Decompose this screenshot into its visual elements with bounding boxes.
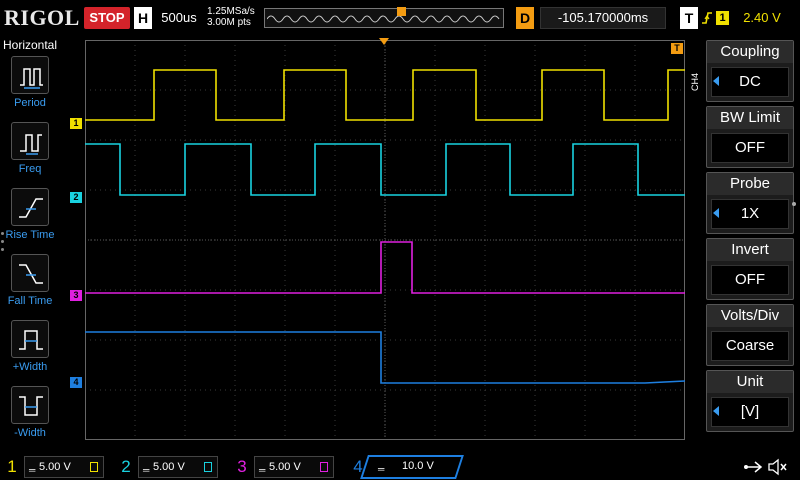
ch2-label[interactable]: 2: [118, 456, 134, 478]
measure-positive-width[interactable]: +Width: [0, 320, 62, 380]
ch1-label[interactable]: 1: [4, 456, 20, 478]
ch1-offset-marker[interactable]: 1: [70, 118, 82, 129]
measure-rise-time-label: Rise Time: [5, 229, 55, 241]
negative-width-icon: [11, 386, 49, 424]
ch4-scale: 10.0 V: [402, 460, 434, 472]
measure-freq-label: Freq: [18, 163, 42, 175]
measure-fall-time[interactable]: Fall Time: [0, 254, 62, 314]
measure-period[interactable]: Period: [0, 56, 62, 116]
menu-coupling-title: Coupling: [707, 41, 793, 63]
menu-unit[interactable]: Unit [V]: [706, 370, 794, 432]
menu-volts-div-value: Coarse: [711, 331, 789, 361]
horizontal-measure-panel: Horizontal Period Freq Rise Time Fall Ti…: [0, 36, 60, 450]
period-icon: [11, 56, 49, 94]
ch3-trace: [85, 241, 685, 294]
panel-title: Horizontal: [2, 38, 58, 52]
top-status-bar: RIGOL STOP H 500us 1.25MSa/s 3.00M pts D…: [0, 0, 800, 36]
menu-probe[interactable]: Probe 1X: [706, 172, 794, 234]
dc-coupling-icon: ═: [143, 465, 150, 475]
menu-bw-limit[interactable]: BW Limit OFF: [706, 106, 794, 168]
menu-invert[interactable]: Invert OFF: [706, 238, 794, 300]
trigger-position-marker-icon: [397, 7, 406, 16]
ch4-label[interactable]: 4: [350, 456, 366, 478]
trigger-badge: T: [680, 7, 698, 29]
rising-edge-icon: [700, 8, 714, 28]
acquisition-info: 1.25MSa/s 3.00M pts: [207, 6, 255, 28]
menu-probe-arrow-icon: [713, 208, 719, 218]
menu-volts-div[interactable]: Volts/Div Coarse: [706, 304, 794, 366]
ch2-scale: 5.00 V: [153, 461, 185, 473]
menu-probe-value: 1X: [711, 199, 789, 229]
run-stop-button[interactable]: STOP: [84, 7, 130, 29]
menu-unit-title: Unit: [707, 371, 793, 393]
menu-invert-value: OFF: [711, 265, 789, 295]
ch4-scale-box[interactable]: ═ 10.0 V: [374, 456, 454, 478]
ch3-offset-marker[interactable]: 3: [70, 290, 82, 301]
ch4-trace: [85, 331, 685, 384]
menu-volts-div-title: Volts/Div: [707, 305, 793, 327]
mute-icon[interactable]: [766, 458, 788, 476]
ch1-trace: [85, 69, 685, 121]
positive-width-icon: [11, 320, 49, 358]
dc-coupling-icon: ═: [259, 465, 266, 475]
menu-unit-value: [V]: [711, 397, 789, 427]
fall-time-icon: [11, 254, 49, 292]
memory-waveform-icon: [267, 15, 500, 23]
ch2-offset-marker[interactable]: 2: [70, 192, 82, 203]
delay-badge: D: [516, 7, 534, 29]
dc-coupling-icon: ═: [29, 465, 36, 475]
ch4-offset-marker[interactable]: 4: [70, 377, 82, 388]
ch2-bw-icon: [204, 462, 212, 472]
ch1-scale: 5.00 V: [39, 461, 71, 473]
menu-probe-title: Probe: [707, 173, 793, 195]
measure-positive-width-label: +Width: [12, 361, 48, 373]
menu-coupling[interactable]: Coupling DC: [706, 40, 794, 102]
page-dots-right: [792, 202, 798, 206]
measure-freq[interactable]: Freq: [0, 122, 62, 182]
measure-negative-width[interactable]: -Width: [0, 386, 62, 446]
trigger-level-value[interactable]: 2.40 V: [732, 7, 792, 29]
menu-invert-title: Invert: [707, 239, 793, 261]
ch3-scale-box[interactable]: ═ 5.00 V: [254, 456, 334, 478]
ch2-trace: [85, 143, 685, 196]
sample-rate: 1.25MSa/s: [207, 6, 255, 17]
ch1-bw-icon: [90, 462, 98, 472]
memory-overview-bar: [264, 7, 504, 28]
channel-menu-tab: CH4: [690, 73, 700, 92]
trigger-time-marker-icon[interactable]: [379, 38, 389, 45]
brand-logo: RIGOL: [4, 5, 80, 30]
ch2-scale-box[interactable]: ═ 5.00 V: [138, 456, 218, 478]
memory-depth: 3.00M pts: [207, 17, 251, 28]
menu-unit-arrow-icon: [713, 406, 719, 416]
trigger-level-marker-icon[interactable]: T: [671, 43, 683, 54]
measure-negative-width-label: -Width: [14, 427, 46, 439]
menu-coupling-value: DC: [711, 67, 789, 97]
menu-bw-limit-value: OFF: [711, 133, 789, 163]
horizontal-badge: H: [134, 7, 152, 29]
rise-time-icon: [11, 188, 49, 226]
dc-coupling-icon: ═: [378, 464, 385, 474]
measure-fall-time-label: Fall Time: [7, 295, 53, 307]
usb-icon: [742, 458, 764, 476]
ch3-label[interactable]: 3: [234, 456, 250, 478]
menu-coupling-arrow-icon: [713, 76, 719, 86]
freq-icon: [11, 122, 49, 160]
menu-bw-limit-title: BW Limit: [707, 107, 793, 129]
ch3-scale: 5.00 V: [269, 461, 301, 473]
waveform-traces: [85, 69, 685, 384]
waveform-grid[interactable]: [85, 38, 685, 440]
delay-value[interactable]: -105.170000ms: [540, 7, 666, 29]
timebase-value[interactable]: 500us: [156, 7, 202, 29]
measure-period-label: Period: [14, 97, 46, 109]
ch3-bw-icon: [320, 462, 328, 472]
trigger-source-badge: 1: [716, 11, 729, 25]
page-dots-left: [1, 232, 5, 256]
measure-rise-time[interactable]: Rise Time: [0, 188, 62, 248]
ch1-scale-box[interactable]: ═ 5.00 V: [24, 456, 104, 478]
